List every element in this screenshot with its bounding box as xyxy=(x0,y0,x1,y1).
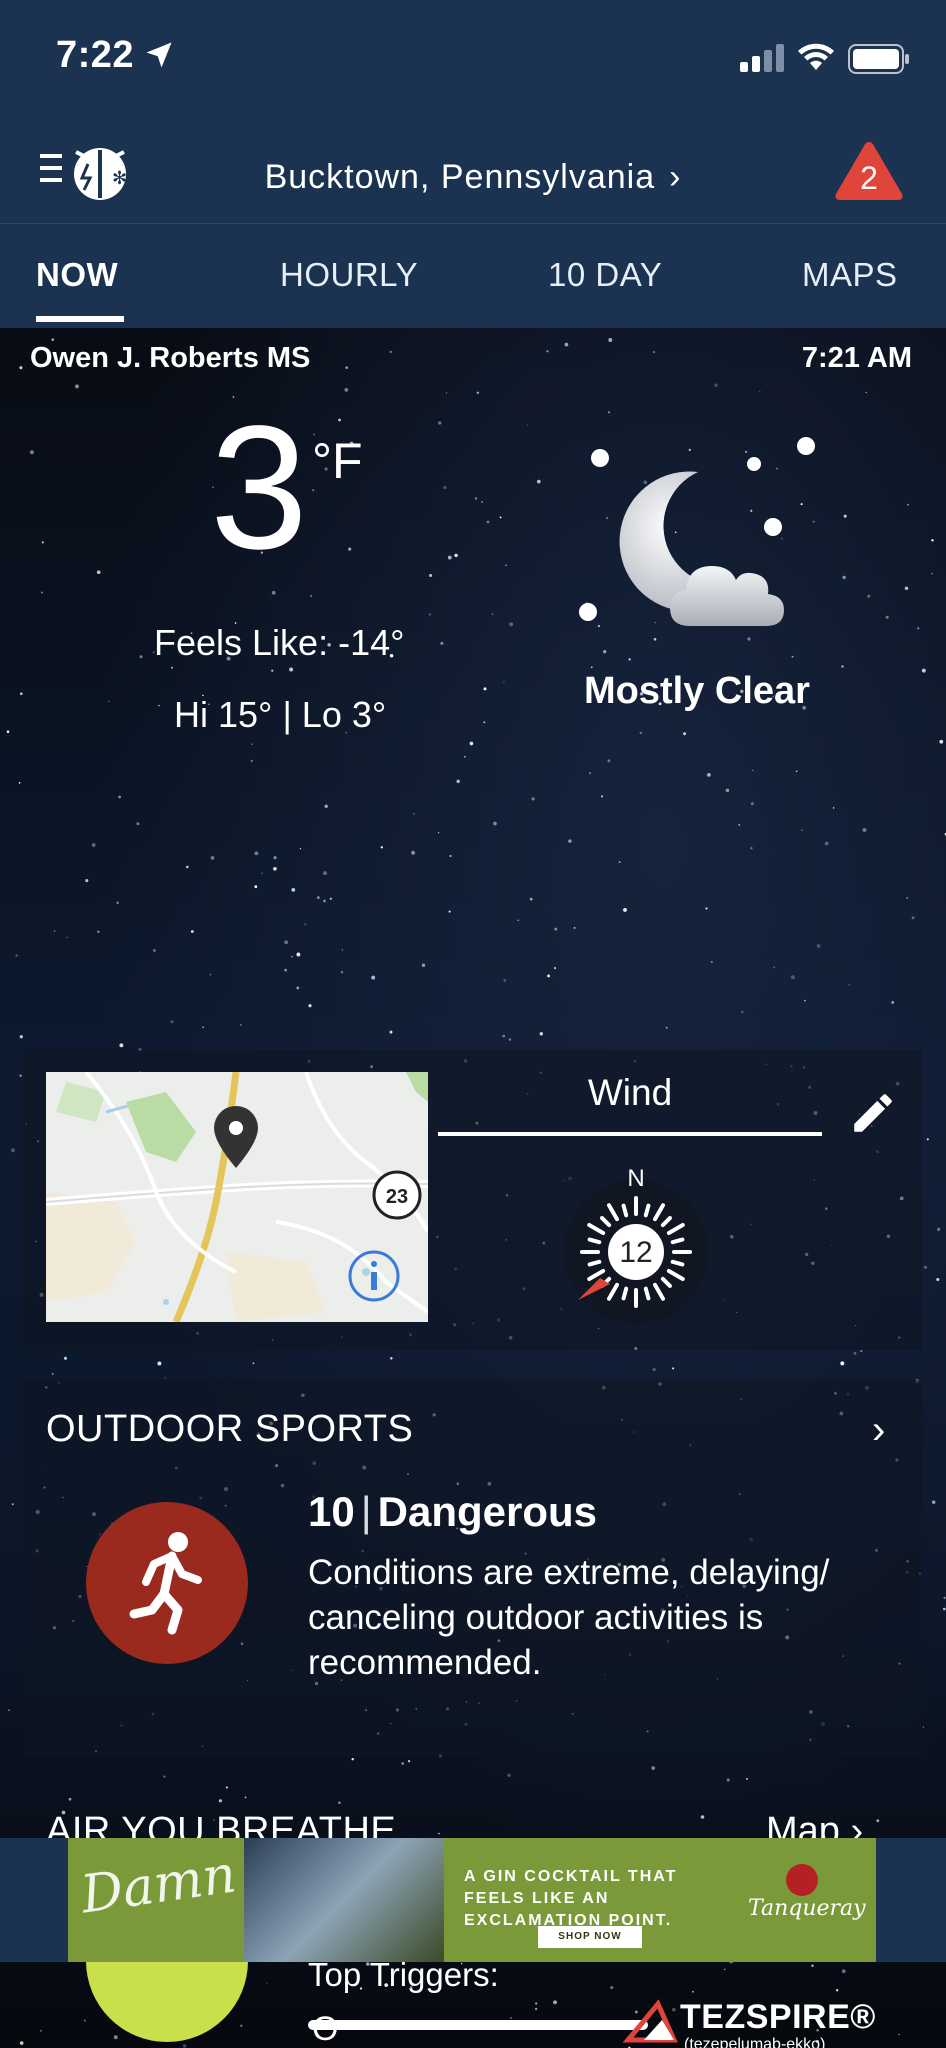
feels-like: Feels Like: -14° xyxy=(154,622,405,663)
compass-north-label: N xyxy=(627,1165,644,1192)
signal-icon xyxy=(740,44,784,72)
compass-tick xyxy=(670,1259,685,1267)
status-time: 7:22 xyxy=(56,34,135,76)
app-header: ✻ Bucktown, Pennsylvania › 2 xyxy=(0,120,946,224)
status-bar: 7:22 xyxy=(0,0,946,120)
ad-brand: Tanqueray xyxy=(748,1896,866,1921)
map-graphic: 23 xyxy=(46,1072,428,1322)
tab-bar: NOW HOURLY 10 DAY MAPS xyxy=(0,224,946,328)
compass-tick xyxy=(643,1286,651,1301)
wind-title[interactable]: Wind xyxy=(438,1072,822,1114)
ad-cta-button[interactable]: SHOP NOW xyxy=(538,1926,642,1948)
wind-underline xyxy=(438,1132,822,1136)
current-temperature: 3 xyxy=(210,390,308,586)
trigger-bar xyxy=(308,2020,648,2030)
wifi-icon xyxy=(798,43,834,70)
battery-icon xyxy=(848,44,909,74)
sponsor-subtitle: (tezepelumab-ekko) xyxy=(684,2036,826,2048)
outdoor-sports-title[interactable]: OUTDOOR SPORTS xyxy=(46,1408,413,1451)
active-tab-indicator xyxy=(36,316,124,322)
observation-time: 7:21 AM xyxy=(801,342,912,374)
station-name[interactable]: Owen J. Roberts MS xyxy=(30,342,310,375)
ad-banner[interactable]: Damn Fancy A GIN COCKTAIL THAT FEELS LIK… xyxy=(68,1838,876,1962)
temperature-unit: °F xyxy=(312,433,363,489)
sports-rating-label: Dangerous xyxy=(377,1488,598,1535)
sponsor-name: TEZSPIRE® xyxy=(680,1998,876,2036)
condition-text: Mostly Clear xyxy=(584,670,810,712)
compass-tick xyxy=(643,1203,651,1218)
ad-headline: A GIN COCKTAIL THAT FEELS LIKE AN EXCLAM… xyxy=(464,1868,678,1929)
location-arrow-icon xyxy=(146,42,172,68)
tab-maps[interactable]: MAPS xyxy=(802,256,898,294)
trigger-o3: O xyxy=(312,2010,339,2048)
hi-lo: Hi 15° | Lo 3° xyxy=(174,694,387,735)
compass-tick xyxy=(587,1237,602,1245)
location-selector[interactable]: Bucktown, Pennsylvania › xyxy=(0,158,946,197)
wind-compass: N 12 xyxy=(564,1165,708,1324)
chevron-right-icon[interactable]: › xyxy=(872,1408,885,1453)
sports-rating: 10 | Dangerous xyxy=(308,1488,597,1536)
highway-shield: 23 xyxy=(372,1170,422,1220)
location-name: Bucktown, Pennsylvania xyxy=(264,158,656,196)
rating-separator: | xyxy=(360,1488,372,1535)
compass-tick xyxy=(621,1286,629,1301)
sports-rating-value: 10 xyxy=(308,1488,355,1535)
highway-shield-number: 23 xyxy=(386,1186,408,1208)
tab-10-day[interactable]: 10 DAY xyxy=(548,256,662,294)
map-thumbnail[interactable]: 23 xyxy=(46,1072,428,1322)
location-chevron-icon: › xyxy=(669,158,682,196)
tab-hourly[interactable]: HOURLY xyxy=(280,256,418,294)
runner-icon-badge xyxy=(86,1502,248,1664)
compass-tick xyxy=(621,1203,629,1218)
tab-now[interactable]: NOW xyxy=(36,256,118,294)
compass-tick xyxy=(587,1259,602,1267)
moon-cloud-icon xyxy=(579,437,815,626)
ad-photo xyxy=(244,1838,444,1962)
pencil-icon[interactable] xyxy=(848,1088,898,1138)
compass-tick xyxy=(670,1237,685,1245)
alert-count[interactable]: 2 xyxy=(832,160,906,197)
sports-description: Conditions are extreme, delaying/ cancel… xyxy=(308,1553,830,1682)
wind-speed: 12 xyxy=(619,1236,652,1269)
ad-brand-seal-icon xyxy=(786,1864,818,1896)
runner-icon xyxy=(129,1532,202,1635)
